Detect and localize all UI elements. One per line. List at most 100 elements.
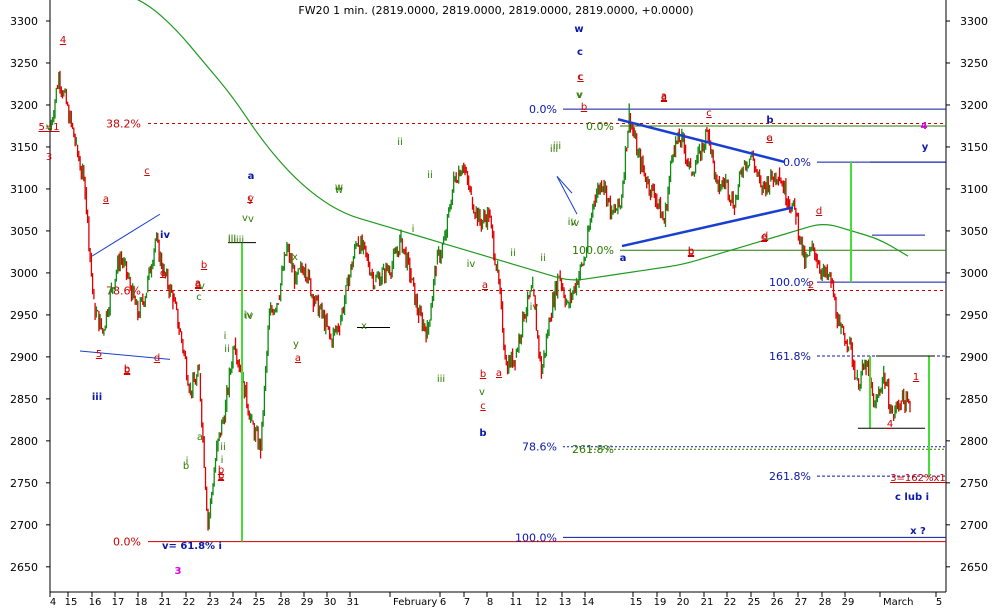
y-tick-label-left: 2750 — [10, 477, 38, 490]
wave-label-red: e — [160, 268, 166, 279]
wave-label-red: y — [248, 194, 254, 205]
fib-level-label: 0.0% — [586, 120, 614, 133]
y-tick-label-right: 3150 — [960, 141, 988, 154]
fib-level-label: 0.0% — [529, 103, 557, 116]
x-tick-label: 27 — [795, 597, 808, 608]
x-tick-label: 6 — [440, 597, 446, 608]
x-tick-label: 16 — [89, 597, 102, 608]
y-tick-label-right: 3050 — [960, 225, 988, 238]
wave-label-green: w — [335, 182, 343, 193]
x-tick-label: 14 — [582, 597, 595, 608]
wave-label-green: iv — [244, 310, 253, 321]
wave-label-red: d — [154, 353, 160, 364]
y-tick-label-left: 2950 — [10, 309, 38, 322]
wave-label-green: ii — [397, 137, 403, 148]
x-tick-label: 31 — [347, 597, 360, 608]
x-tick-label: 28 — [819, 597, 832, 608]
wave-label-green: iii — [236, 235, 244, 246]
x-tick-label: 17 — [112, 597, 125, 608]
y-tick-label-left: 2900 — [10, 351, 38, 364]
wave-label-blue: iv — [160, 230, 170, 241]
y-tick-label-left: 2650 — [10, 561, 38, 574]
x-tick-label: 12 — [535, 597, 548, 608]
wave-label-green: x — [361, 321, 367, 332]
wave-label-red: a — [103, 194, 109, 205]
x-tick-label: 8 — [487, 597, 493, 608]
wave-label-red: d — [816, 206, 822, 217]
y-tick-label-right: 3200 — [960, 99, 988, 112]
fib-level-label: 261.8% — [769, 470, 811, 483]
y-tick-label-right: 3250 — [960, 57, 988, 70]
wave-label-red: c — [706, 108, 712, 119]
y-tick-label-right: 2950 — [960, 309, 988, 322]
x-tick-label: 22 — [724, 597, 737, 608]
y-tick-label-right: 2700 — [960, 519, 988, 532]
y-tick-label-right: 3000 — [960, 267, 988, 280]
y-tick-label-right: 3300 — [960, 15, 988, 28]
y-tick-label-right: 2900 — [960, 351, 988, 364]
fib-level-label: 100.0% — [515, 531, 557, 544]
wave-label-green: ii — [224, 344, 230, 355]
wave-label-green: iii — [228, 234, 236, 245]
chart-title: FW20 1 min. (2819.0000, 2819.0000, 2819.… — [298, 4, 693, 17]
wave-label-blue: y — [922, 142, 929, 153]
fib-level-label: 261.8% — [572, 443, 614, 456]
wave-label-green: iii — [437, 374, 445, 385]
wave-label-red: 2 — [808, 280, 814, 291]
y-tick-label-right: 2800 — [960, 435, 988, 448]
wave-label-green: v — [576, 90, 582, 101]
x-tick-label: 18 — [135, 597, 148, 608]
x-tick-label: 7 — [464, 597, 470, 608]
wave-label-magenta: 4 — [921, 121, 928, 132]
y-tick-label-left: 3200 — [10, 99, 38, 112]
wave-label-red: 3 — [46, 152, 52, 163]
fib-level-label: 0.0% — [783, 156, 811, 169]
y-tick-label-left: 3000 — [10, 267, 38, 280]
wave-label-green: y — [293, 339, 299, 350]
wave-label-green: v — [248, 214, 254, 225]
y-tick-label-right: 2750 — [960, 477, 988, 490]
wave-label-red: 3=162%x1 — [890, 473, 946, 484]
y-tick-label-left: 3150 — [10, 141, 38, 154]
wave-label-green: i — [186, 456, 189, 467]
fib-level-label: 161.8% — [769, 350, 811, 363]
x-tick-label: 5 — [936, 597, 942, 608]
x-tick-label: 25 — [748, 597, 761, 608]
wave-label-blue: x ? — [910, 526, 926, 537]
wave-label-red: c — [766, 133, 772, 144]
x-tick-label: 28 — [278, 597, 291, 608]
x-tick-label: 19 — [654, 597, 667, 608]
wave-label-green: ii — [510, 248, 516, 259]
wave-label-red: a — [295, 353, 301, 364]
wave-label-blue: b — [479, 428, 486, 439]
wave-label-blue: w — [574, 24, 583, 35]
x-tick-label: 30 — [324, 597, 337, 608]
wave-label-green: i — [221, 455, 224, 466]
x-tick-label: 21 — [159, 597, 172, 608]
wave-label-blue: c lub i — [895, 492, 929, 503]
wave-label-green: v — [479, 387, 485, 398]
fib-level-label: 78.6% — [522, 441, 557, 454]
wave-label-red: 5 — [96, 349, 102, 360]
wave-label-red: b — [201, 260, 207, 271]
x-tick-label: March — [883, 597, 913, 608]
y-tick-label-left: 3050 — [10, 225, 38, 238]
wave-label-red: b — [688, 246, 694, 257]
wave-label-red: c — [578, 72, 584, 83]
y-tick-label-right: 3100 — [960, 183, 988, 196]
wave-label-green: x — [292, 252, 298, 263]
y-tick-label-right: 2650 — [960, 561, 988, 574]
x-tick-label: February — [393, 597, 437, 608]
wave-label-blue: iii — [92, 392, 102, 403]
x-tick-label: 15 — [630, 597, 643, 608]
y-tick-label-left: 2800 — [10, 435, 38, 448]
wave-label-green: i — [412, 224, 415, 235]
wave-label-green: iv — [530, 302, 539, 313]
wave-label-red: a — [482, 280, 488, 291]
wave-label-red: 1 — [913, 372, 919, 383]
wave-label-blue: c — [577, 47, 583, 58]
wave-label-red: b — [124, 364, 130, 375]
x-tick-label: 25 — [253, 597, 266, 608]
x-tick-label: 23 — [207, 597, 220, 608]
fib-level-label: 38.2% — [106, 117, 141, 130]
